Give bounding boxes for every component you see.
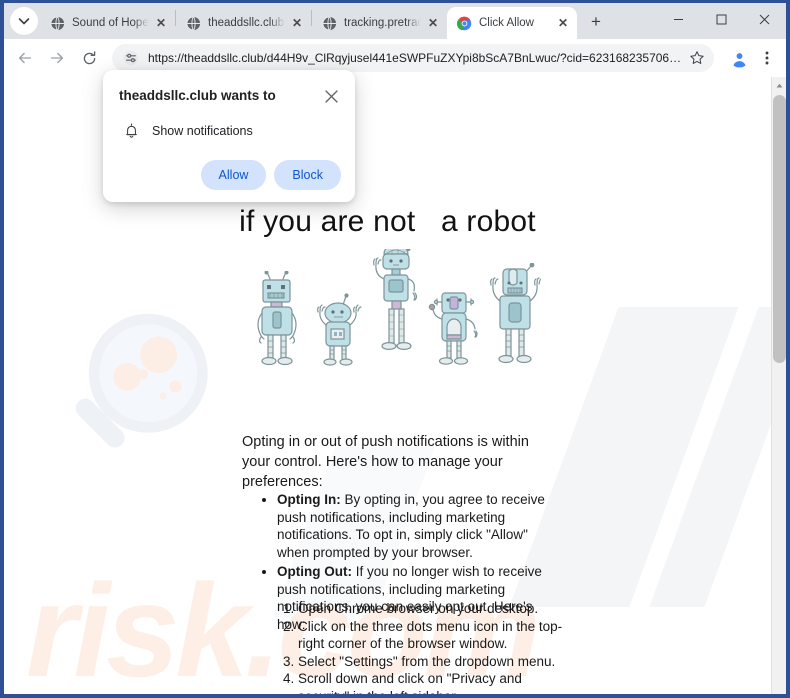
robot-illustration-3 [372, 249, 417, 350]
notification-permission-dialog: theaddsllc.club wants to Show notificati… [103, 70, 355, 202]
close-icon [324, 89, 338, 103]
robots-illustration [256, 249, 541, 367]
opt-out-steps-list: Open Chrome browser on your desktop. Cli… [276, 600, 566, 694]
tab-close-button[interactable]: ✕ [289, 15, 305, 31]
robot-illustration-4 [429, 292, 478, 365]
arrow-left-icon [18, 52, 32, 64]
window-controls [657, 3, 786, 39]
dialog-title: theaddsllc.club wants to [119, 88, 276, 103]
allow-button[interactable]: Allow [200, 160, 267, 190]
vertical-scrollbar[interactable] [771, 77, 786, 694]
tab-strip: Sound of Hope: The S ✕ theaddsllc.club ✕ [4, 3, 786, 39]
list-item: Click on the three dots menu icon in the… [298, 618, 566, 653]
bullet-term: Opting Out: [277, 564, 352, 579]
minimize-button[interactable] [657, 3, 700, 35]
scrollbar-up-button[interactable] [772, 77, 786, 93]
profile-avatar-button[interactable] [726, 45, 752, 71]
tab-search-button[interactable] [10, 7, 38, 35]
minimize-icon [674, 18, 683, 20]
back-button[interactable] [10, 43, 40, 73]
permission-dialog-anchor: theaddsllc.club wants to Show notificati… [103, 70, 355, 202]
dialog-header: theaddsllc.club wants to [119, 86, 341, 106]
tab-theaddsllc-club[interactable]: theaddsllc.club ✕ [176, 7, 311, 39]
permission-label: Show notifications [152, 124, 253, 138]
list-item: Scroll down and click on "Privacy and se… [298, 670, 566, 694]
browser-window: Sound of Hope: The S ✕ theaddsllc.club ✕ [0, 0, 790, 698]
robot-illustration-1 [257, 271, 297, 366]
tab-click-allow[interactable]: Click Allow ✕ [447, 7, 577, 39]
scrollbar-thumb[interactable] [773, 95, 786, 363]
chrome-icon [457, 16, 472, 31]
chevron-up-icon [776, 83, 783, 87]
dialog-close-button[interactable] [321, 86, 341, 106]
dialog-actions: Allow Block [119, 160, 341, 190]
list-item: Opting In: By opting in, you agree to re… [277, 491, 559, 561]
new-tab-button[interactable]: + [583, 9, 609, 35]
tab-close-button[interactable]: ✕ [555, 15, 571, 31]
globe-icon [186, 15, 201, 31]
watermark-stripe [649, 307, 771, 607]
maximize-icon [716, 14, 727, 24]
forward-button[interactable] [42, 43, 72, 73]
tab-title: tracking.pretrackings [344, 17, 421, 29]
tab-close-button[interactable]: ✕ [425, 15, 441, 31]
reload-icon [83, 50, 95, 64]
bookmark-star-icon[interactable] [684, 45, 710, 71]
chrome-menu-button[interactable] [754, 43, 780, 73]
tab-sound-of-hope[interactable]: Sound of Hope: The S ✕ [40, 7, 175, 39]
url-text[interactable]: https://theaddsllc.club/d44H9v_ClRqyjuse… [148, 51, 684, 65]
reload-button[interactable] [74, 43, 104, 73]
bullet-term: Opting In: [277, 492, 341, 507]
permission-row: Show notifications [119, 122, 341, 140]
tab-title: Click Allow [479, 17, 534, 29]
robot-illustration-5 [490, 263, 541, 364]
block-button[interactable]: Block [274, 160, 341, 190]
tab-tracking-pretrackings[interactable]: tracking.pretrackings ✕ [312, 7, 447, 39]
close-window-button[interactable] [743, 3, 786, 35]
list-item: Select "Settings" from the dropdown menu… [298, 653, 566, 671]
robot-illustration-2 [316, 293, 362, 366]
intro-paragraph: Opting in or out of push notifications i… [242, 434, 529, 490]
tune-icon[interactable] [120, 47, 142, 69]
close-icon [759, 14, 770, 24]
address-bar[interactable]: https://theaddsllc.club/d44H9v_ClRqyjuse… [112, 44, 714, 72]
globe-icon [322, 15, 337, 31]
globe-icon [50, 15, 65, 31]
three-dots-vertical-icon [765, 51, 769, 65]
maximize-button[interactable] [700, 3, 743, 35]
list-item: Open Chrome browser on your desktop. [298, 600, 566, 618]
page-heading: if you are not a robot [239, 205, 536, 238]
bell-icon [122, 122, 140, 140]
chevron-down-icon [18, 18, 30, 25]
tab-close-button[interactable]: ✕ [153, 15, 169, 31]
arrow-right-icon [50, 52, 64, 64]
tab-title: theaddsllc.club [208, 17, 285, 29]
person-icon [730, 49, 748, 67]
tab-title: Sound of Hope: The S [72, 17, 149, 29]
magnifier-watermark-icon [75, 313, 208, 448]
